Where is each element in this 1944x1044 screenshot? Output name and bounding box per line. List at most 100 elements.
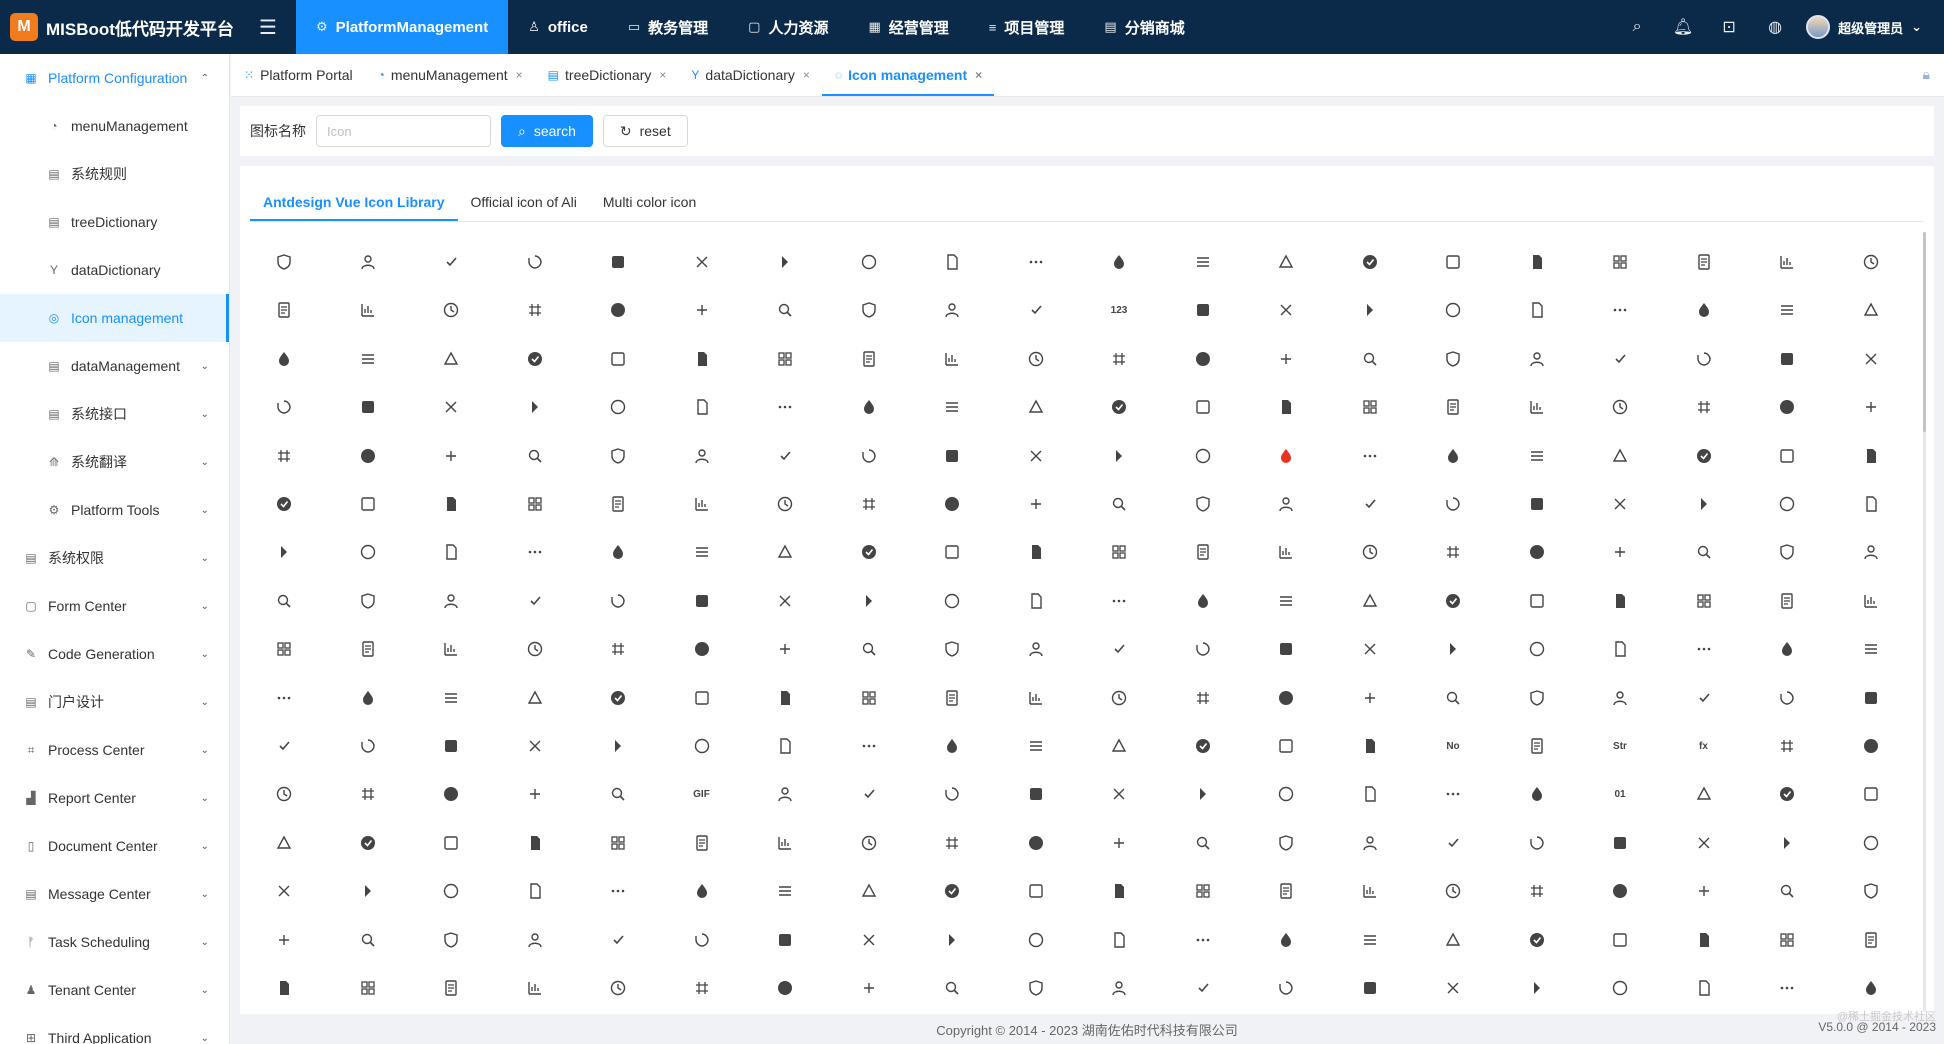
icon-cell[interactable] [1517,678,1557,718]
icon-cell[interactable] [431,290,471,330]
icon-cell[interactable] [1183,678,1223,718]
icon-cell[interactable] [431,678,471,718]
icon-cell[interactable] [1266,339,1306,379]
icon-cell[interactable] [1350,678,1390,718]
icon-cell[interactable] [1517,629,1557,669]
icon-cell[interactable] [1433,484,1473,524]
icon-cell[interactable] [1851,823,1891,863]
icon-cell[interactable] [765,678,805,718]
icon-cell[interactable] [515,436,555,476]
icon-cell[interactable] [515,290,555,330]
icon-cell[interactable] [1433,920,1473,960]
icon-cell[interactable] [1433,436,1473,476]
icon-cell[interactable] [1016,532,1056,572]
icon-cell[interactable] [1767,871,1807,911]
sidebar-item-12[interactable]: ✎ Code Generation ⌄ [0,630,229,678]
icon-cell[interactable] [849,629,889,669]
sidebar-item-19[interactable]: ♟ Tenant Center ⌄ [0,966,229,1014]
library-tab-2[interactable]: Multi color icon [590,184,709,219]
icon-cell[interactable] [849,968,889,1008]
icon-cell[interactable] [1099,871,1139,911]
icon-cell[interactable] [1266,629,1306,669]
icon-cell[interactable] [1433,968,1473,1008]
icon-cell[interactable] [682,290,722,330]
icon-cell[interactable] [1350,436,1390,476]
icon-cell[interactable] [1016,678,1056,718]
icon-cell[interactable]: GIF [682,774,722,814]
icon-cell[interactable] [1433,823,1473,863]
icon-cell[interactable] [264,823,304,863]
icon-cell[interactable] [515,968,555,1008]
icon-cell[interactable] [1684,823,1724,863]
icon-cell[interactable] [1684,774,1724,814]
library-tab-1[interactable]: Official icon of Ali [458,184,590,219]
sidebar-item-2[interactable]: ▤ 系统规则 [0,150,229,198]
icon-cell[interactable]: 01 [1600,774,1640,814]
icon-cell[interactable] [1350,968,1390,1008]
icon-cell[interactable] [1767,968,1807,1008]
icon-cell[interactable] [682,968,722,1008]
icon-cell[interactable] [1684,436,1724,476]
icon-cell[interactable] [1433,678,1473,718]
sidebar-item-7[interactable]: ▤ 系统接口 ⌄ [0,390,229,438]
icon-cell[interactable] [1016,629,1056,669]
icon-cell[interactable] [1600,339,1640,379]
lock-tabs-icon[interactable]: 🔒︎ [1923,66,1930,83]
icon-cell[interactable] [1851,968,1891,1008]
icon-cell[interactable] [682,871,722,911]
icon-cell[interactable] [765,871,805,911]
icon-cell[interactable] [598,484,638,524]
icon-cell[interactable] [598,871,638,911]
icon-cell[interactable] [1851,678,1891,718]
icon-cell[interactable] [765,726,805,766]
icon-cell[interactable] [264,532,304,572]
icon-cell[interactable] [1767,339,1807,379]
sidebar-item-16[interactable]: ▯ Document Center ⌄ [0,822,229,870]
icon-cell[interactable] [849,823,889,863]
icon-cell[interactable] [1266,726,1306,766]
icon-cell[interactable] [1684,968,1724,1008]
icon-cell[interactable] [348,726,388,766]
icon-cell[interactable] [1851,774,1891,814]
icon-cell[interactable] [765,823,805,863]
icon-cell[interactable] [1851,871,1891,911]
sidebar-item-15[interactable]: ▟ Report Center ⌄ [0,774,229,822]
icon-cell[interactable] [849,581,889,621]
icon-cell[interactable] [1350,774,1390,814]
icon-cell[interactable] [1433,629,1473,669]
icon-cell[interactable] [1099,726,1139,766]
icon-cell[interactable] [1851,920,1891,960]
icon-cell[interactable] [1767,387,1807,427]
icon-cell[interactable] [1016,726,1056,766]
icon-cell[interactable] [1099,629,1139,669]
sidebar-item-9[interactable]: ⚙ Platform Tools ⌄ [0,486,229,534]
icon-cell[interactable] [515,387,555,427]
icon-cell[interactable] [849,484,889,524]
user-menu[interactable]: 超级管理员 ⌄ [1798,15,1944,39]
icon-cell[interactable] [765,774,805,814]
icon-cell[interactable] [1266,436,1306,476]
icon-cell[interactable] [348,339,388,379]
icon-cell[interactable] [264,484,304,524]
sidebar-item-14[interactable]: ⌗ Process Center ⌄ [0,726,229,774]
icon-cell[interactable] [598,629,638,669]
icon-cell[interactable] [932,629,972,669]
sidebar-item-8[interactable]: ⟰ 系统翻译 ⌄ [0,438,229,486]
icon-cell[interactable] [1433,774,1473,814]
icon-cell[interactable] [1099,532,1139,572]
sidebar-item-1[interactable]: ◔ menuManagement [0,102,229,150]
icon-cell[interactable] [515,484,555,524]
icon-cell[interactable] [932,678,972,718]
icon-cell[interactable] [1851,629,1891,669]
icon-cell[interactable] [431,629,471,669]
bell-icon[interactable]: 🔔︎ [1660,0,1706,54]
icon-cell[interactable] [1350,629,1390,669]
icon-cell[interactable] [431,920,471,960]
icon-cell[interactable] [1517,387,1557,427]
topnav-item-1[interactable]: ♙ office [508,0,608,54]
icon-cell[interactable] [1350,484,1390,524]
icon-cell[interactable] [1517,726,1557,766]
icon-cell[interactable]: 123 [1099,290,1139,330]
icon-cell[interactable] [1433,339,1473,379]
icon-cell[interactable] [1684,678,1724,718]
